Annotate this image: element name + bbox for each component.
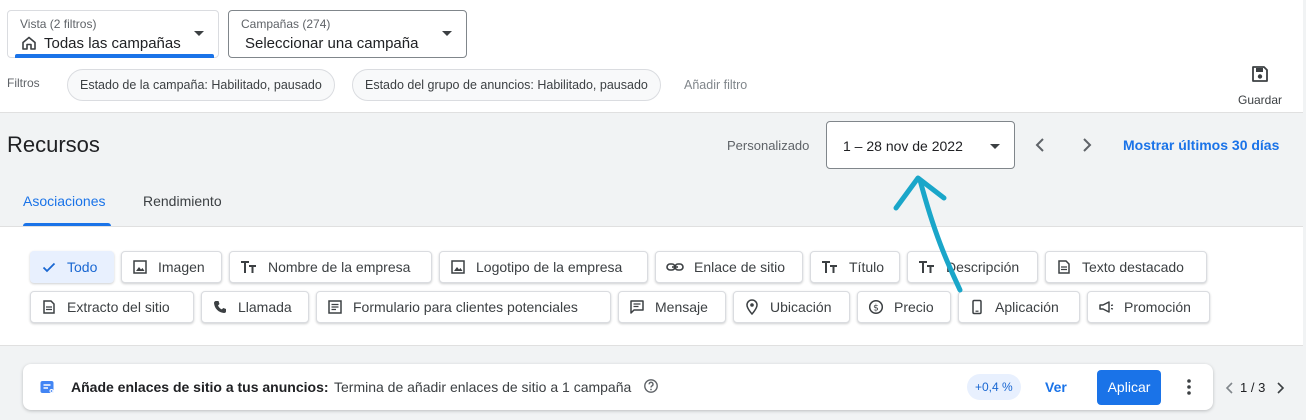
recommendation-text: Termina de añadir enlaces de sitio a 1 c…: [334, 379, 632, 395]
asset-type-label: Extracto del sitio: [67, 299, 170, 315]
save-label: Guardar: [1237, 93, 1283, 107]
page-title: Recursos: [7, 132, 100, 157]
price-icon: $: [868, 299, 884, 315]
text-icon: [822, 261, 837, 273]
svg-text:$: $: [873, 304, 879, 314]
megaphone-icon: [1099, 301, 1114, 313]
asset-type-callout[interactable]: Texto destacado: [1045, 251, 1207, 283]
asset-type-label: Nombre de la empresa: [268, 259, 411, 275]
view-selector-label: Vista (2 filtros): [20, 17, 97, 31]
dropdown-caret-icon: [442, 31, 452, 36]
view-selector[interactable]: Vista (2 filtros) Todas las campañas: [7, 10, 219, 58]
home-icon: [21, 35, 37, 56]
asset-type-image[interactable]: Imagen: [121, 251, 222, 283]
filter-chip-campaign-status[interactable]: Estado de la campaña: Habilitado, pausad…: [67, 69, 335, 101]
more-options-icon[interactable]: [1179, 377, 1199, 402]
recommendation-title: Añade enlaces de sitio a tus anuncios:: [71, 379, 329, 395]
asset-type-business-name[interactable]: Nombre de la empresa: [229, 251, 432, 283]
form-icon: [328, 300, 342, 314]
view-selector-value: Todas las campañas: [44, 35, 181, 52]
date-range-value: 1 – 28 nov de 2022: [843, 138, 963, 154]
asset-type-message[interactable]: Mensaje: [618, 291, 726, 323]
campaign-selector-label: Campañas (274): [241, 17, 331, 31]
asset-type-label: Formulario para clientes potenciales: [353, 299, 578, 315]
asset-type-lead-form[interactable]: Formulario para clientes potenciales: [316, 291, 611, 323]
phone-icon: [214, 301, 226, 313]
date-range-picker[interactable]: 1 – 28 nov de 2022: [826, 121, 1015, 169]
campaign-selector[interactable]: Campañas (274) Seleccionar una campaña: [228, 10, 467, 58]
last-30-days-link[interactable]: Mostrar últimos 30 días: [1123, 137, 1279, 153]
asset-type-location[interactable]: Ubicación: [733, 291, 850, 323]
filters-label: Filtros: [7, 76, 40, 90]
asset-type-business-logo[interactable]: Logotipo de la empresa: [439, 251, 648, 283]
active-indicator: [15, 54, 214, 58]
tab-performance[interactable]: Rendimiento: [143, 193, 222, 209]
tab-associations[interactable]: Asociaciones: [23, 193, 106, 209]
add-filter-button[interactable]: Añadir filtro: [684, 78, 747, 92]
pager-previous-icon[interactable]: [1223, 380, 1237, 399]
image-icon: [451, 260, 465, 274]
asset-type-label: Promoción: [1124, 299, 1191, 315]
asset-type-call[interactable]: Llamada: [201, 291, 309, 323]
annotation-arrow-icon: [893, 175, 963, 293]
asset-type-promotion[interactable]: Promoción: [1087, 291, 1210, 323]
dropdown-caret-icon: [990, 144, 1000, 149]
dropdown-caret-icon: [194, 31, 204, 36]
asset-type-label: Enlace de sitio: [694, 259, 786, 275]
phone-device-icon: [972, 299, 982, 315]
recommendation-pager: 1 / 3: [1223, 378, 1285, 398]
asset-type-label: Logotipo de la empresa: [476, 259, 623, 275]
save-icon: [1250, 66, 1270, 88]
location-pin-icon: [746, 299, 758, 315]
asset-type-label: Precio: [894, 299, 934, 315]
asset-type-label: Todo: [67, 259, 98, 275]
recommendation-card: Añade enlaces de sitio a tus anuncios: T…: [23, 364, 1213, 410]
impact-badge: +0,4 %: [967, 374, 1021, 400]
apply-button[interactable]: Aplicar: [1097, 370, 1161, 405]
asset-type-sitelink[interactable]: Enlace de sitio: [655, 251, 803, 283]
sitelink-recommendation-icon: [39, 379, 55, 400]
asset-type-panel: Todo Imagen Nombre de la empresa Logotip…: [0, 226, 1303, 346]
previous-period-icon[interactable]: [1028, 133, 1052, 157]
asset-type-label: Imagen: [158, 259, 205, 275]
message-icon: [630, 300, 644, 314]
date-range-label: Personalizado: [727, 138, 810, 153]
asset-type-all[interactable]: Todo: [30, 251, 114, 283]
image-icon: [133, 260, 147, 274]
link-icon: [666, 263, 684, 271]
pager-next-icon[interactable]: [1273, 380, 1287, 399]
check-icon: [42, 262, 56, 273]
top-bar: Vista (2 filtros) Todas las campañas Cam…: [0, 0, 1303, 113]
asset-type-label: Aplicación: [995, 299, 1059, 315]
asset-type-label: Ubicación: [770, 299, 832, 315]
pager-text: 1 / 3: [1240, 380, 1266, 395]
next-period-icon[interactable]: [1075, 133, 1099, 157]
asset-type-label: Mensaje: [655, 299, 708, 315]
document-icon: [43, 300, 55, 314]
text-icon: [241, 261, 256, 273]
filter-chip-adgroup-status[interactable]: Estado del grupo de anuncios: Habilitado…: [352, 69, 661, 101]
view-button[interactable]: Ver: [1045, 379, 1067, 395]
asset-type-label: Llamada: [238, 299, 292, 315]
asset-type-label: Texto destacado: [1082, 259, 1184, 275]
document-icon: [1058, 260, 1070, 274]
save-button[interactable]: Guardar: [1232, 64, 1288, 107]
asset-type-structured-snippet[interactable]: Extracto del sitio: [30, 291, 194, 323]
campaign-selector-value: Seleccionar una campaña: [245, 35, 419, 52]
help-icon[interactable]: [643, 378, 659, 399]
